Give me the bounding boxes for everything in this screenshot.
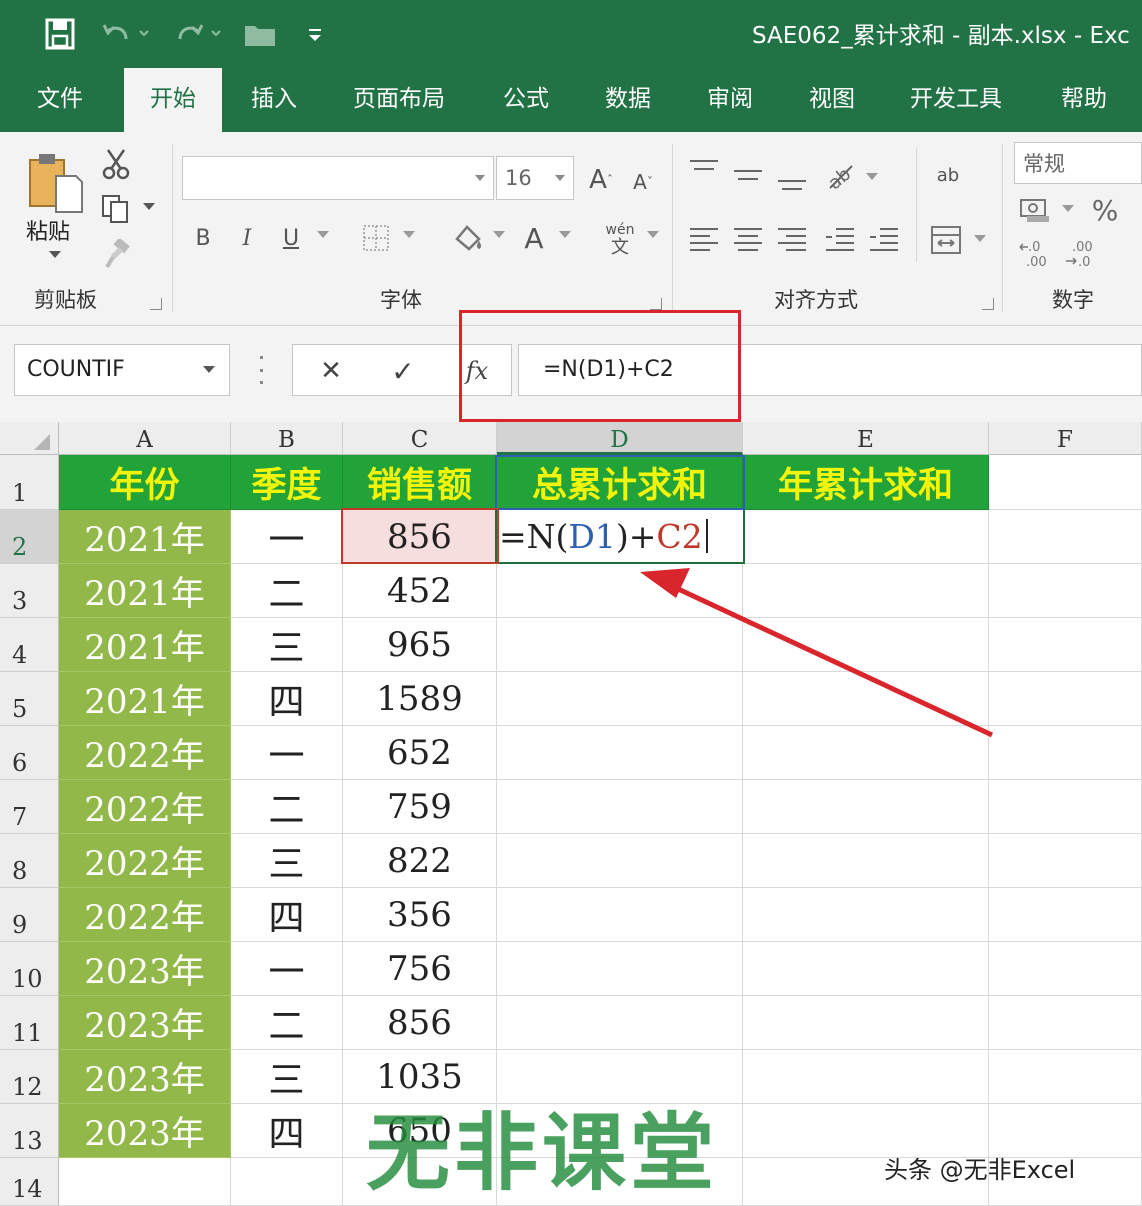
watermark-text: 无非课堂: [366, 1104, 719, 1202]
underline-dropdown-icon[interactable]: [314, 228, 332, 242]
title-bar: SAE062_累计求和 - 副本.xlsx - Exc: [0, 0, 1142, 68]
merge-center-icon[interactable]: [928, 222, 964, 258]
cut-icon[interactable]: [98, 146, 134, 182]
separator: [916, 148, 917, 262]
fill-color-icon[interactable]: [448, 218, 488, 258]
chevron-down-icon: [475, 175, 485, 181]
clipboard-group-label: 剪贴板: [34, 288, 97, 312]
decrease-font-size-icon[interactable]: Aˇ: [628, 164, 658, 200]
paste-label[interactable]: 粘贴: [26, 214, 70, 246]
svg-text:.0: .0: [1078, 255, 1090, 269]
save-icon[interactable]: [40, 14, 80, 54]
font-size-combo[interactable]: 16: [496, 156, 574, 200]
number-format-value: 常规: [1023, 152, 1065, 176]
alignment-launcher-icon[interactable]: [982, 298, 994, 310]
ribbon-tabs: 文件 开始 插入 页面布局 公式 数据 审阅 视图 开发工具 帮助: [0, 68, 1142, 132]
alignment-group-label: 对齐方式: [774, 288, 858, 312]
name-box-value: COUNTIF: [27, 357, 125, 382]
open-folder-icon[interactable]: [240, 14, 280, 54]
decrease-decimal-icon[interactable]: .00.0: [1062, 236, 1102, 272]
tab-file[interactable]: 文件: [18, 68, 102, 132]
chevron-down-icon: [203, 366, 215, 373]
increase-indent-icon[interactable]: [870, 228, 898, 252]
format-painter-icon[interactable]: [100, 236, 136, 272]
align-center-icon[interactable]: [734, 228, 762, 252]
phonetic-dropdown-icon[interactable]: [644, 228, 662, 242]
decrease-indent-icon[interactable]: [826, 228, 854, 252]
name-box[interactable]: COUNTIF: [14, 344, 230, 396]
font-group-label: 字体: [380, 288, 422, 312]
font-size-value: 16: [505, 166, 532, 190]
cancel-button[interactable]: ✕: [313, 351, 349, 391]
wrap-text-button[interactable]: ab: [930, 156, 966, 196]
borders-dropdown-icon[interactable]: [400, 228, 418, 242]
tab-help[interactable]: 帮助: [1044, 68, 1124, 132]
worksheet-grid[interactable]: A B C D E F 1 年份 季度 销售额 总累计求和 年累计求和 2 2021年一 856…: [0, 422, 1142, 1206]
clipboard-launcher-icon[interactable]: [150, 298, 162, 310]
borders-icon[interactable]: [356, 220, 396, 256]
document-title: SAE062_累计求和 - 副本.xlsx - Exc: [752, 23, 1130, 49]
align-left-icon[interactable]: [690, 228, 718, 252]
svg-text:.00: .00: [1072, 240, 1093, 255]
merge-dropdown-icon[interactable]: [972, 232, 988, 246]
tab-insert[interactable]: 插入: [232, 68, 316, 132]
paste-icon[interactable]: [24, 148, 88, 218]
customize-qat-icon[interactable]: [300, 14, 330, 54]
tab-review[interactable]: 审阅: [688, 68, 772, 132]
ribbon: 粘贴 剪贴板 16 Aˆ Aˇ B I U A wén 文 字体 ab 对齐方式…: [0, 132, 1142, 326]
copy-dropdown-icon[interactable]: [140, 200, 158, 214]
number-format-combo[interactable]: 常规: [1014, 142, 1142, 184]
copy-icon[interactable]: [98, 192, 134, 226]
separator: [172, 144, 173, 312]
undo-icon[interactable]: [96, 14, 156, 54]
tab-developer[interactable]: 开发工具: [896, 68, 1016, 132]
credit-text: 头条 @无非Excel: [884, 1156, 1076, 1184]
accounting-format-icon[interactable]: [1016, 192, 1056, 228]
fill-color-dropdown-icon[interactable]: [490, 228, 508, 242]
bold-button[interactable]: B: [188, 220, 218, 256]
orientation-dropdown-icon[interactable]: [864, 170, 880, 184]
align-right-icon[interactable]: [778, 228, 806, 252]
number-group-label: 数字: [1052, 288, 1094, 312]
increase-decimal-icon[interactable]: .0.00: [1016, 236, 1056, 272]
percent-button[interactable]: %: [1088, 190, 1122, 230]
font-color-button[interactable]: A: [518, 218, 550, 258]
orientation-icon[interactable]: ab: [824, 158, 860, 194]
accounting-dropdown-icon[interactable]: [1060, 202, 1076, 216]
annotation-highlight-box: [459, 310, 741, 422]
separator: [1002, 144, 1003, 312]
phonetic-guide-button[interactable]: wén 文: [598, 216, 642, 262]
chevron-down-icon: [555, 175, 565, 181]
svg-text:.0: .0: [1028, 240, 1040, 255]
drag-handle-icon[interactable]: [258, 356, 264, 384]
redo-icon[interactable]: [168, 14, 228, 54]
separator: [672, 144, 673, 312]
font-name-combo[interactable]: [182, 156, 494, 200]
tab-home[interactable]: 开始: [124, 68, 222, 132]
top-align-icon[interactable]: [690, 160, 718, 184]
underline-button[interactable]: U: [276, 220, 306, 256]
italic-button[interactable]: I: [232, 220, 262, 256]
enter-button[interactable]: ✓: [385, 351, 421, 391]
tab-page-layout[interactable]: 页面布局: [340, 68, 458, 132]
bottom-align-icon[interactable]: [778, 172, 806, 196]
font-color-dropdown-icon[interactable]: [556, 228, 574, 242]
svg-text:.00: .00: [1026, 255, 1047, 269]
paste-dropdown-icon[interactable]: [46, 248, 64, 262]
phonetic-bottom-text: 文: [611, 237, 629, 258]
font-launcher-icon[interactable]: [650, 298, 662, 310]
tab-formulas[interactable]: 公式: [484, 68, 568, 132]
tab-view[interactable]: 视图: [790, 68, 874, 132]
middle-align-icon[interactable]: [734, 166, 762, 190]
tab-data[interactable]: 数据: [586, 68, 670, 132]
increase-font-size-icon[interactable]: Aˆ: [584, 160, 618, 200]
